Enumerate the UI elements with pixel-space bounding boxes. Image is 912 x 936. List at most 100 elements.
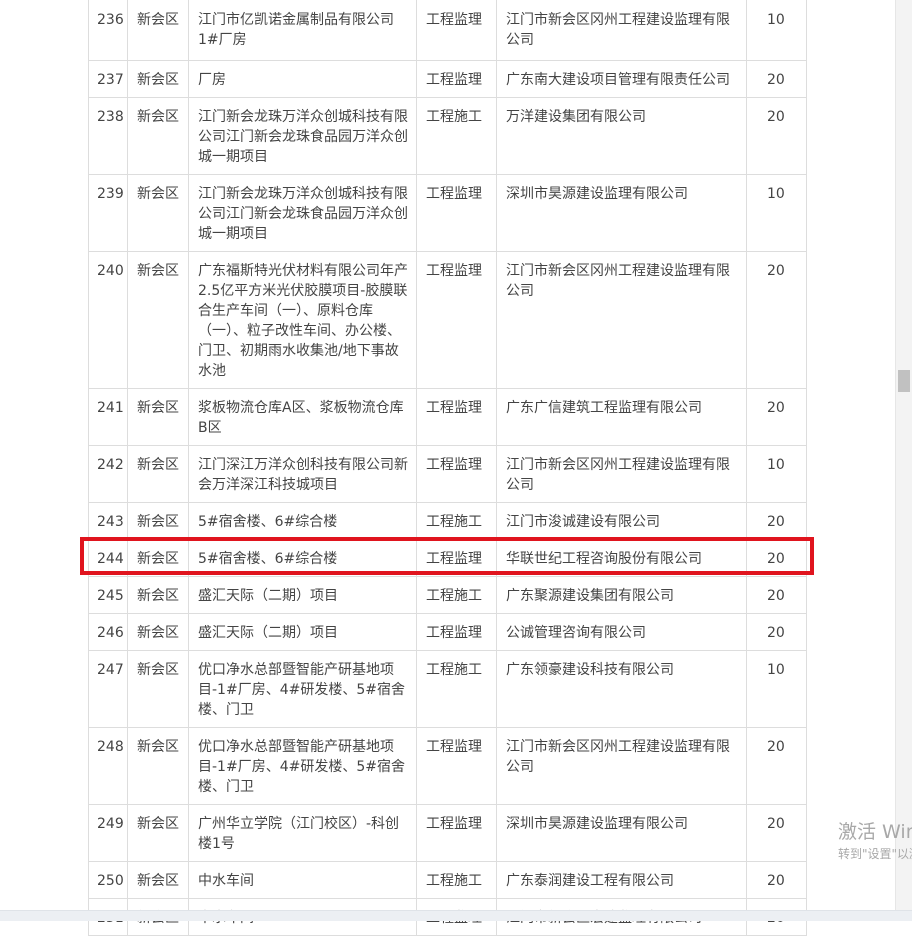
cell-project-name: 江门新会龙珠万洋众创城科技有限公司江门新会龙珠食品园万洋众创城一期项目 xyxy=(189,174,417,251)
cell-work-type: 工程施工 xyxy=(417,861,497,898)
cell-number: 240 xyxy=(88,251,128,388)
cell-number: 241 xyxy=(88,388,128,445)
table-row: 240 新会区 广东福斯特光伏材料有限公司年产2.5亿平方米光伏胶膜项目-胶膜联合生… xyxy=(88,251,807,389)
table-row: 249 新会区 广州华立学院（江门校区）-科创楼1号 工程监理 深圳市昊源建设监理有限公… xyxy=(88,804,807,862)
cell-company: 广东泰润建设工程有限公司 xyxy=(497,861,747,898)
cell-number: 238 xyxy=(88,97,128,174)
cell-district: 新会区 xyxy=(128,613,189,650)
cell-project-name: 优口净水总部暨智能产研基地项目-1#厂房、4#研发楼、5#宿舍楼、门卫 xyxy=(189,727,417,804)
scrollbar-thumb[interactable] xyxy=(898,370,910,392)
cell-score: 20 xyxy=(747,576,807,613)
cell-project-name: 盛汇天际（二期）项目 xyxy=(189,576,417,613)
cell-work-type: 工程监理 xyxy=(417,804,497,861)
watermark-subtitle: 转到"设置"以激活 Windows。 xyxy=(838,847,912,861)
cell-company: 江门市新会区冈州工程建设监理有限公司 xyxy=(497,251,747,388)
cell-project-name: 江门市亿凯诺金属制品有限公司1#厂房 xyxy=(189,0,417,60)
cell-project-name: 广东福斯特光伏材料有限公司年产2.5亿平方米光伏胶膜项目-胶膜联合生产车间（一）… xyxy=(189,251,417,388)
cell-company: 万洋建设集团有限公司 xyxy=(497,97,747,174)
cell-work-type: 工程施工 xyxy=(417,97,497,174)
cell-score: 20 xyxy=(747,502,807,539)
vertical-scrollbar[interactable] xyxy=(895,0,912,910)
table-row: 243 新会区 5#宿舍楼、6#综合楼 工程施工 江门市浚诚建设有限公司 20 xyxy=(88,502,807,540)
highlight-box xyxy=(80,537,814,575)
cell-district: 新会区 xyxy=(128,576,189,613)
cell-project-name: 江门新会龙珠万洋众创城科技有限公司江门新会龙珠食品园万洋众创城一期项目 xyxy=(189,97,417,174)
cell-work-type: 工程施工 xyxy=(417,576,497,613)
cell-company: 江门市新会区冈州工程建设监理有限公司 xyxy=(497,0,747,60)
cell-project-name: 江门深江万洋众创科技有限公司新会万洋深江科技城项目 xyxy=(189,445,417,502)
cell-company: 江门市浚诚建设有限公司 xyxy=(497,502,747,539)
cell-district: 新会区 xyxy=(128,388,189,445)
horizontal-scrollbar[interactable] xyxy=(0,910,912,921)
cell-project-name: 优口净水总部暨智能产研基地项目-1#厂房、4#研发楼、5#宿舍楼、门卫 xyxy=(189,650,417,727)
cell-number: 236 xyxy=(88,0,128,60)
table-row: 238 新会区 江门新会龙珠万洋众创城科技有限公司江门新会龙珠食品园万洋众创城一期项… xyxy=(88,97,807,175)
cell-company: 深圳市昊源建设监理有限公司 xyxy=(497,804,747,861)
cell-score: 10 xyxy=(747,174,807,251)
cell-score: 20 xyxy=(747,861,807,898)
cell-number: 239 xyxy=(88,174,128,251)
cell-number: 247 xyxy=(88,650,128,727)
cell-company: 江门市新会区冈州工程建设监理有限公司 xyxy=(497,727,747,804)
cell-company: 江门市新会区冈州工程建设监理有限公司 xyxy=(497,445,747,502)
cell-project-name: 厂房 xyxy=(189,60,417,97)
cell-work-type: 工程监理 xyxy=(417,613,497,650)
cell-district: 新会区 xyxy=(128,445,189,502)
cell-project-name: 广州华立学院（江门校区）-科创楼1号 xyxy=(189,804,417,861)
cell-district: 新会区 xyxy=(128,97,189,174)
cell-number: 250 xyxy=(88,861,128,898)
cell-work-type: 工程监理 xyxy=(417,388,497,445)
cell-work-type: 工程监理 xyxy=(417,727,497,804)
cell-district: 新会区 xyxy=(128,502,189,539)
cell-score: 20 xyxy=(747,251,807,388)
activation-watermark: 激活 Windows 转到"设置"以激活 Windows。 xyxy=(838,820,912,862)
cell-district: 新会区 xyxy=(128,650,189,727)
table-row: 242 新会区 江门深江万洋众创科技有限公司新会万洋深江科技城项目 工程监理 江门市新会… xyxy=(88,445,807,503)
cell-project-name: 盛汇天际（二期）项目 xyxy=(189,613,417,650)
cell-score: 20 xyxy=(747,804,807,861)
cell-project-name: 浆板物流仓库A区、浆板物流仓库B区 xyxy=(189,388,417,445)
cell-work-type: 工程施工 xyxy=(417,502,497,539)
table-row: 247 新会区 优口净水总部暨智能产研基地项目-1#厂房、4#研发楼、5#宿舍楼、门… xyxy=(88,650,807,728)
cell-company: 深圳市昊源建设监理有限公司 xyxy=(497,174,747,251)
table-row: 241 新会区 浆板物流仓库A区、浆板物流仓库B区 工程监理 广东广信建筑工程监理有限公… xyxy=(88,388,807,446)
watermark-title: 激活 Windows xyxy=(838,821,912,843)
cell-company: 广东南大建设项目管理有限责任公司 xyxy=(497,60,747,97)
cell-score: 20 xyxy=(747,613,807,650)
table-row: 237 新会区 厂房 工程监理 广东南大建设项目管理有限责任公司 20 xyxy=(88,60,807,98)
cell-district: 新会区 xyxy=(128,861,189,898)
cell-number: 248 xyxy=(88,727,128,804)
cell-district: 新会区 xyxy=(128,174,189,251)
cell-work-type: 工程监理 xyxy=(417,251,497,388)
cell-work-type: 工程监理 xyxy=(417,174,497,251)
table-row: 239 新会区 江门新会龙珠万洋众创城科技有限公司江门新会龙珠食品园万洋众创城一期项… xyxy=(88,174,807,252)
cell-work-type: 工程施工 xyxy=(417,650,497,727)
cell-score: 20 xyxy=(747,727,807,804)
cell-company: 广东广信建筑工程监理有限公司 xyxy=(497,388,747,445)
cell-number: 246 xyxy=(88,613,128,650)
cell-number: 243 xyxy=(88,502,128,539)
cell-district: 新会区 xyxy=(128,251,189,388)
cell-company: 广东聚源建设集团有限公司 xyxy=(497,576,747,613)
cell-number: 237 xyxy=(88,60,128,97)
cell-company: 公诚管理咨询有限公司 xyxy=(497,613,747,650)
cell-project-name: 中水车间 xyxy=(189,861,417,898)
cell-number: 242 xyxy=(88,445,128,502)
cell-number: 245 xyxy=(88,576,128,613)
cell-score: 20 xyxy=(747,60,807,97)
table-row: 236 新会区 江门市亿凯诺金属制品有限公司1#厂房 工程监理 江门市新会区冈州工程建设… xyxy=(88,0,807,61)
cell-district: 新会区 xyxy=(128,727,189,804)
table-row: 250 新会区 中水车间 工程施工 广东泰润建设工程有限公司 20 xyxy=(88,861,807,899)
cell-district: 新会区 xyxy=(128,60,189,97)
table-row: 246 新会区 盛汇天际（二期）项目 工程监理 公诚管理咨询有限公司 20 xyxy=(88,613,807,651)
cell-score: 20 xyxy=(747,388,807,445)
cell-score: 10 xyxy=(747,650,807,727)
cell-work-type: 工程监理 xyxy=(417,445,497,502)
cell-company: 广东领豪建设科技有限公司 xyxy=(497,650,747,727)
table-row: 245 新会区 盛汇天际（二期）项目 工程施工 广东聚源建设集团有限公司 20 xyxy=(88,576,807,614)
cell-district: 新会区 xyxy=(128,0,189,60)
cell-score: 10 xyxy=(747,445,807,502)
cell-work-type: 工程监理 xyxy=(417,0,497,60)
cell-project-name: 5#宿舍楼、6#综合楼 xyxy=(189,502,417,539)
cell-number: 249 xyxy=(88,804,128,861)
